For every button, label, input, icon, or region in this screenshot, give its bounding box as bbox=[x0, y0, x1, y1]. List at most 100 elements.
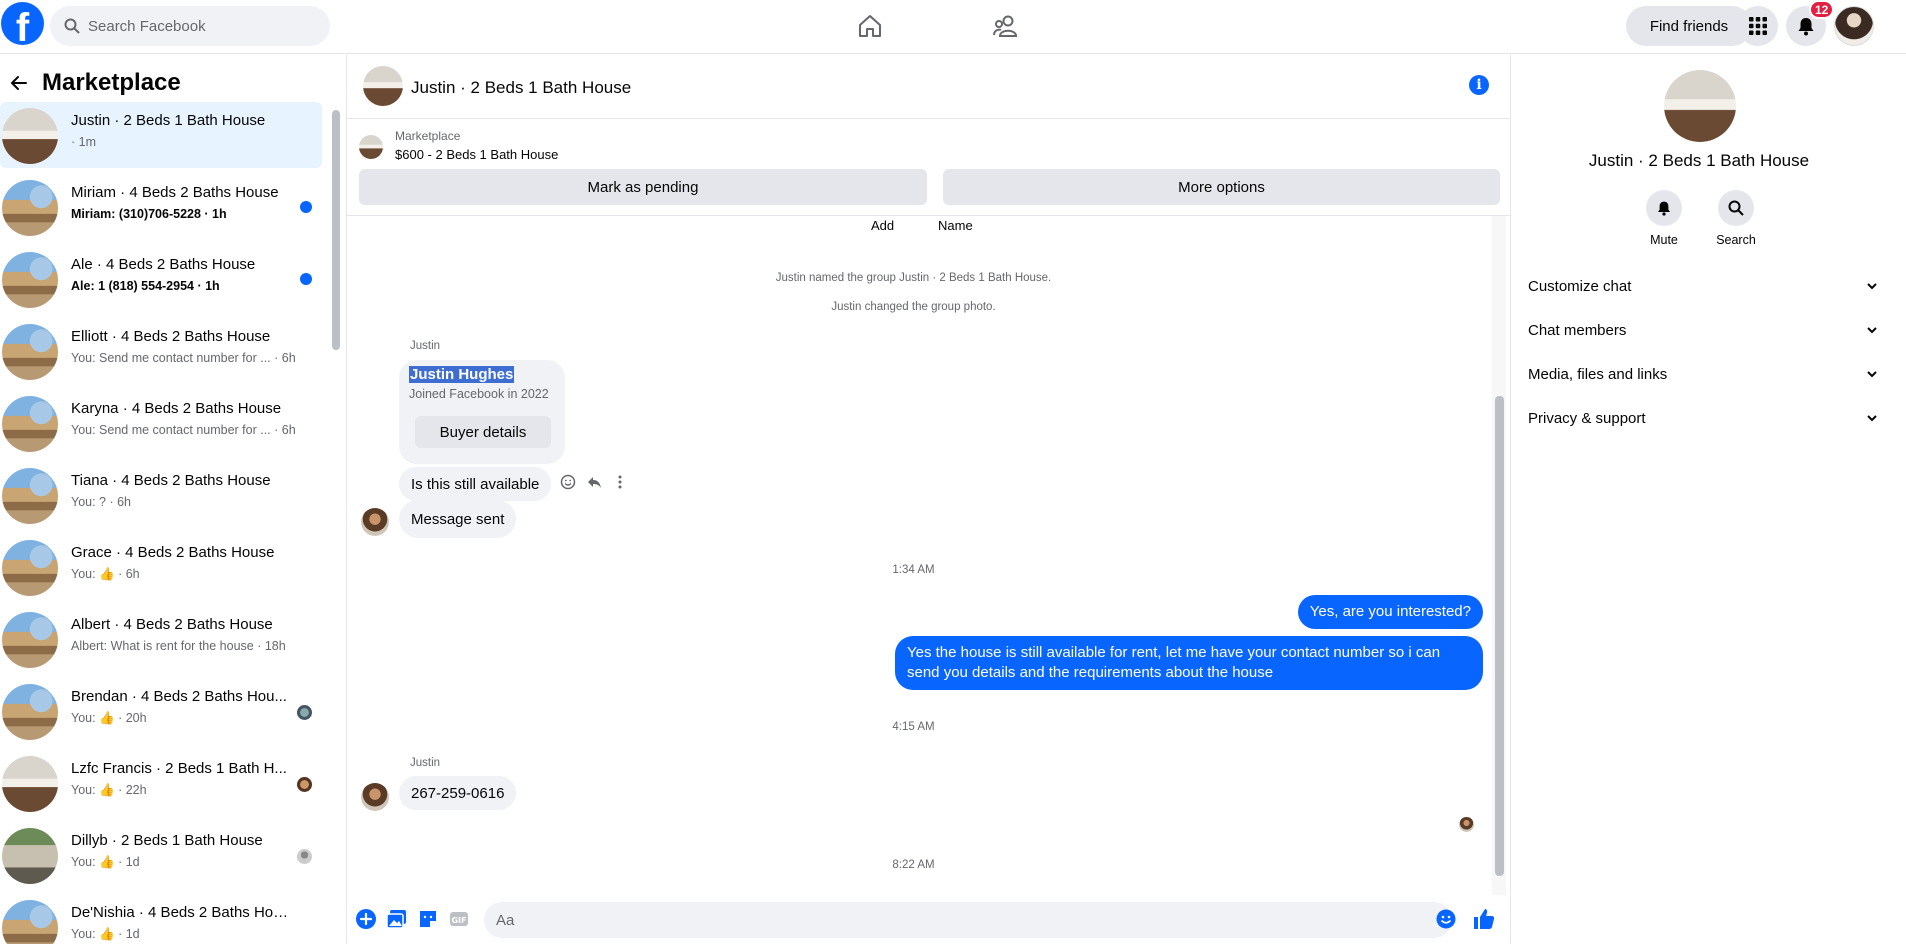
buyer-joined: Joined Facebook in 2022 bbox=[409, 387, 549, 401]
bell-icon bbox=[1658, 201, 1670, 216]
sidebar-scrollbar[interactable] bbox=[330, 100, 340, 944]
buyer-details-button[interactable]: Buyer details bbox=[415, 416, 551, 448]
conversation-name: De'Nishia · 4 Beds 2 Baths House bbox=[71, 904, 293, 921]
unread-dot bbox=[300, 201, 312, 213]
buyer-name[interactable]: Justin Hughes bbox=[409, 366, 515, 383]
conversation-item[interactable]: Brendan · 4 Beds 2 Baths Hou... You: 👍 ·… bbox=[0, 678, 322, 744]
section-label: Chat members bbox=[1528, 321, 1627, 339]
emoji-react-icon[interactable] bbox=[560, 474, 576, 490]
details-avatar[interactable] bbox=[1664, 70, 1736, 142]
like-thumb-icon[interactable] bbox=[1472, 907, 1496, 931]
chat-title[interactable]: Justin · 2 Beds 1 Bath House bbox=[411, 78, 631, 98]
message-bubble-outgoing[interactable]: Yes the house is still available for ren… bbox=[895, 636, 1483, 690]
message-composer[interactable] bbox=[484, 902, 1452, 938]
message-bubble-incoming[interactable]: Is this still available bbox=[399, 467, 552, 501]
mute-label: Mute bbox=[1650, 233, 1678, 247]
plus-icon[interactable] bbox=[355, 908, 377, 930]
friends-icon[interactable] bbox=[992, 12, 1020, 40]
conversation-avatar bbox=[2, 540, 58, 596]
chevron-down-icon bbox=[1867, 371, 1877, 378]
listing-thumbnail bbox=[359, 135, 383, 159]
conversation-avatar bbox=[2, 324, 58, 380]
conversation-sidebar: Marketplace Justin · 2 Beds 1 Bath House… bbox=[0, 55, 347, 944]
seen-avatar bbox=[297, 705, 312, 720]
sticker-icon[interactable] bbox=[417, 908, 439, 930]
section-label: Media, files and links bbox=[1528, 365, 1668, 383]
mute-button[interactable] bbox=[1646, 190, 1682, 226]
info-icon[interactable]: i bbox=[1469, 75, 1489, 95]
privacy-support-section[interactable]: Privacy & support bbox=[1528, 404, 1878, 432]
conversation-preview: Miriam: (310)706-5228 · 1h bbox=[71, 207, 227, 221]
conversation-item[interactable]: De'Nishia · 4 Beds 2 Baths House You: 👍 … bbox=[0, 894, 322, 944]
search-bar[interactable] bbox=[50, 6, 330, 46]
name-label[interactable]: Name bbox=[938, 218, 973, 233]
chat-panel: Justin · 2 Beds 1 Bath House i Marketpla… bbox=[347, 55, 1510, 944]
svg-text:GIF: GIF bbox=[451, 916, 466, 925]
message-bubble-incoming[interactable]: 267-259-0616 bbox=[399, 776, 517, 810]
conversation-name: Elliott · 4 Beds 2 Baths House bbox=[71, 328, 271, 345]
sender-avatar[interactable] bbox=[361, 783, 389, 811]
find-friends-button[interactable]: Find friends bbox=[1626, 6, 1752, 46]
conversation-avatar bbox=[2, 252, 58, 308]
timestamp: 1:34 AM bbox=[892, 564, 935, 576]
listing-banner[interactable]: Marketplace $600 - 2 Beds 1 Bath House bbox=[347, 119, 1510, 174]
more-options-button[interactable]: More options bbox=[943, 169, 1500, 205]
search-conversation-button[interactable] bbox=[1718, 190, 1754, 226]
message-thread: Add Name Justin named the group Justin ·… bbox=[347, 215, 1510, 895]
thread-scrollbar[interactable] bbox=[1492, 216, 1506, 895]
conversation-name: Lzfc Francis · 2 Beds 1 Bath H... bbox=[71, 760, 287, 777]
conversation-item[interactable]: Tiana · 4 Beds 2 Baths House You: ? · 6h bbox=[0, 462, 322, 528]
conversation-avatar bbox=[2, 468, 58, 524]
conversation-avatar bbox=[2, 756, 58, 812]
conversation-item[interactable]: Karyna · 4 Beds 2 Baths House You: Send … bbox=[0, 390, 322, 456]
conversation-avatar bbox=[2, 180, 58, 236]
chat-avatar[interactable] bbox=[363, 66, 403, 106]
conversation-item[interactable]: Ale · 4 Beds 2 Baths House Ale: 1 (818) … bbox=[0, 246, 322, 312]
more-vertical-icon[interactable] bbox=[612, 474, 628, 490]
conversation-item[interactable]: Grace · 4 Beds 2 Baths House You: 👍 · 6h bbox=[0, 534, 322, 600]
menu-grid-icon bbox=[1749, 17, 1767, 35]
bell-icon bbox=[1798, 18, 1814, 36]
sender-name: Justin bbox=[410, 757, 441, 769]
buyer-card: Justin Hughes Joined Facebook in 2022 Bu… bbox=[399, 360, 565, 464]
conversation-item[interactable]: Elliott · 4 Beds 2 Baths House You: Send… bbox=[0, 318, 322, 384]
menu-button[interactable] bbox=[1738, 6, 1778, 46]
facebook-logo[interactable]: f bbox=[1, 2, 44, 45]
conversation-avatar bbox=[2, 396, 58, 452]
conversation-preview: Ale: 1 (818) 554-2954 · 1h bbox=[71, 279, 220, 293]
conversation-item[interactable]: Justin · 2 Beds 1 Bath House · 1m bbox=[0, 102, 322, 168]
home-icon[interactable] bbox=[856, 12, 884, 40]
sidebar-title: Marketplace bbox=[42, 68, 181, 96]
profile-avatar[interactable] bbox=[1834, 6, 1874, 46]
search-label: Search bbox=[1716, 233, 1756, 247]
mark-pending-button[interactable]: Mark as pending bbox=[359, 169, 927, 205]
chat-header: Justin · 2 Beds 1 Bath House i bbox=[347, 55, 1510, 119]
back-arrow-icon[interactable] bbox=[10, 74, 28, 92]
media-files-section[interactable]: Media, files and links bbox=[1528, 360, 1878, 388]
section-label: Privacy & support bbox=[1528, 409, 1646, 427]
sender-avatar[interactable] bbox=[361, 508, 389, 536]
conversation-preview: You: 👍 · 22h bbox=[71, 783, 147, 797]
message-bubble-incoming[interactable]: Message sent bbox=[399, 500, 517, 538]
conversation-preview: You: 👍 · 20h bbox=[71, 711, 147, 725]
conversation-preview: Albert: What is rent for the house · 18h bbox=[71, 639, 286, 653]
conversation-item[interactable]: Dillyb · 2 Beds 1 Bath House You: 👍 · 1d bbox=[0, 822, 322, 888]
photo-icon[interactable] bbox=[386, 908, 408, 930]
conversation-avatar bbox=[2, 684, 58, 740]
conversation-item[interactable]: Lzfc Francis · 2 Beds 1 Bath H... You: 👍… bbox=[0, 750, 322, 816]
message-bubble-outgoing[interactable]: Yes, are you interested? bbox=[1297, 595, 1483, 629]
add-label[interactable]: Add bbox=[871, 218, 894, 233]
customize-chat-section[interactable]: Customize chat bbox=[1528, 272, 1878, 300]
reply-icon[interactable] bbox=[586, 474, 602, 490]
chevron-down-icon bbox=[1867, 283, 1877, 290]
top-bar: f Find friends 12 bbox=[0, 0, 1906, 54]
chat-members-section[interactable]: Chat members bbox=[1528, 316, 1878, 344]
conversation-name: Brendan · 4 Beds 2 Baths Hou... bbox=[71, 688, 287, 705]
message-input[interactable] bbox=[496, 911, 1396, 929]
search-input[interactable] bbox=[88, 17, 308, 35]
conversation-item[interactable]: Albert · 4 Beds 2 Baths House Albert: Wh… bbox=[0, 606, 322, 672]
system-message: Justin changed the group photo. bbox=[831, 301, 996, 313]
gif-icon[interactable]: GIF bbox=[448, 908, 470, 930]
conversation-item[interactable]: Miriam · 4 Beds 2 Baths House Miriam: (3… bbox=[0, 174, 322, 240]
emoji-icon[interactable] bbox=[1436, 909, 1456, 929]
